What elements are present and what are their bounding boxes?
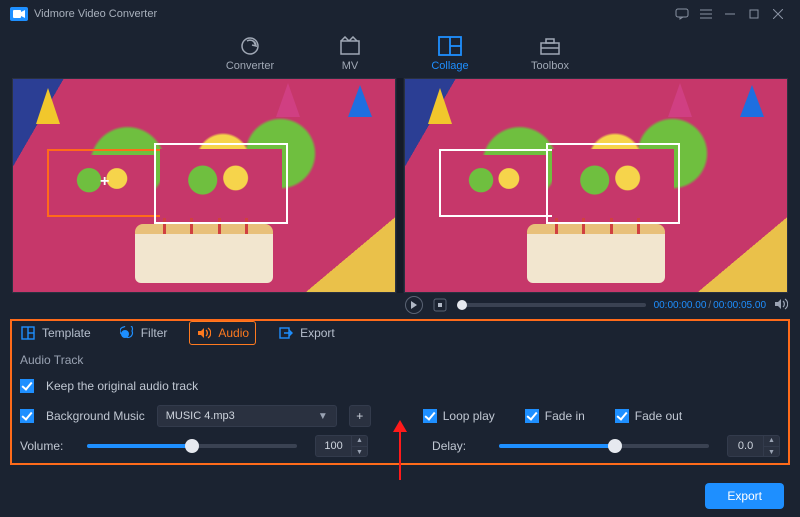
delay-slider[interactable] [499,444,709,448]
delay-label: Delay: [432,439,481,453]
opt-fade-in[interactable]: Fade in [525,409,585,423]
fade-in-label: Fade in [545,409,585,423]
tab-label: Filter [141,326,168,340]
tab-filter[interactable]: Filter [113,322,174,344]
preview-slot-1 [439,149,554,217]
app-title: Vidmore Video Converter [34,8,157,20]
row-keep-original: Keep the original audio track [20,373,780,399]
nav-label: Collage [431,60,468,72]
opt-loop-play[interactable]: Loop play [423,409,495,423]
nav-label: MV [342,60,359,72]
collage-slot-2[interactable] [154,143,288,224]
workspace [0,78,800,293]
titlebar: Vidmore Video Converter [0,0,800,28]
app-logo [10,7,28,21]
export-icon [278,325,294,341]
spin-up[interactable]: ▲ [351,435,367,446]
checkbox-fade-out[interactable] [615,409,629,423]
top-nav: Converter MV Collage Toolbox [0,28,800,78]
footer: Export [0,475,800,517]
nav-collage[interactable]: Collage [420,31,480,75]
feedback-icon[interactable] [670,4,694,24]
row-sliders: Volume: 100 ▲▼ Delay: 0.0 ▲▼ [20,433,780,459]
bg-music-select[interactable]: MUSIC 4.mp3 ▼ [157,405,337,427]
spin-up[interactable]: ▲ [763,435,779,446]
collage-slot-1[interactable] [47,149,162,217]
play-button[interactable] [405,296,423,314]
bg-music-value: MUSIC 4.mp3 [166,410,235,422]
panel-title: Audio Track [20,353,780,367]
chevron-down-icon: ▼ [318,411,328,422]
nav-toolbox[interactable]: Toolbox [520,31,580,75]
checkbox-keep-original[interactable] [20,379,34,393]
minimize-button[interactable] [718,4,742,24]
editor-pane[interactable] [12,78,396,293]
time-current: 00:00:00.00 [654,300,707,311]
export-button[interactable]: Export [705,483,784,509]
pane-divider[interactable] [397,78,403,293]
preview-scrubber[interactable] [457,303,646,307]
delay-input[interactable]: 0.0 ▲▼ [727,435,780,457]
fade-out-label: Fade out [635,409,682,423]
row-bg-music: Background Music MUSIC 4.mp3 ▼ + Loop pl… [20,403,780,429]
delay-value: 0.0 [728,440,763,452]
tab-label: Template [42,326,91,340]
close-button[interactable] [766,4,790,24]
tab-export[interactable]: Export [272,322,341,344]
checkbox-fade-in[interactable] [525,409,539,423]
spin-down[interactable]: ▼ [763,446,779,457]
preview-pane [404,78,788,293]
add-music-button[interactable]: + [349,405,371,427]
nav-mv[interactable]: MV [320,31,380,75]
bg-music-label: Background Music [46,409,145,423]
nav-label: Converter [226,60,274,72]
maximize-button[interactable] [742,4,766,24]
collage-icon [437,35,463,57]
volume-value: 100 [316,440,351,452]
volume-icon[interactable] [774,298,788,313]
tab-label: Export [300,326,335,340]
mv-icon [337,35,363,57]
converter-icon [237,35,263,57]
volume-slider[interactable] [87,444,297,448]
time-total: 00:00:05.00 [713,300,766,311]
stop-button[interactable] [431,296,449,314]
audio-icon [196,325,212,341]
tab-label: Audio [218,326,249,340]
audio-panel: Audio Track Keep the original audio trac… [10,353,790,459]
toolbox-icon [537,35,563,57]
filter-icon [119,325,135,341]
volume-input[interactable]: 100 ▲▼ [315,435,368,457]
preview-controls: 00:00:00.00/00:00:05.00 [0,293,800,317]
checkbox-bg-music[interactable] [20,409,34,423]
sub-tabs: Template Filter Audio Export [0,317,800,349]
opt-fade-out[interactable]: Fade out [615,409,682,423]
keep-original-label: Keep the original audio track [46,379,198,393]
loop-label: Loop play [443,409,495,423]
template-icon [20,325,36,341]
volume-label: Volume: [20,439,69,453]
spin-down[interactable]: ▼ [351,446,367,457]
tab-template[interactable]: Template [14,322,97,344]
menu-icon[interactable] [694,4,718,24]
tab-audio[interactable]: Audio [189,321,256,345]
checkbox-loop[interactable] [423,409,437,423]
timecode: 00:00:00.00/00:00:05.00 [654,300,766,311]
nav-converter[interactable]: Converter [220,31,280,75]
preview-slot-2 [546,143,680,224]
nav-label: Toolbox [531,60,569,72]
